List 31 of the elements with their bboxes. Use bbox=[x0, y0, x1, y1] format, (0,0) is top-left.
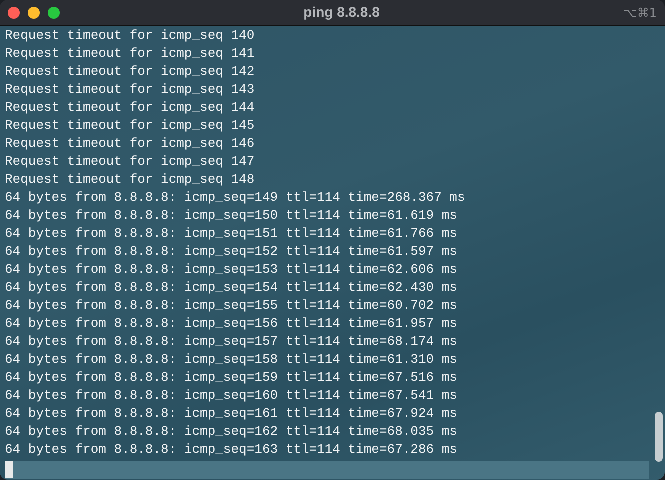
output-line: Request timeout for icmp_seq 141 bbox=[5, 46, 255, 61]
output-line: Request timeout for icmp_seq 142 bbox=[5, 64, 255, 79]
maximize-icon[interactable] bbox=[48, 6, 60, 18]
output-line: 64 bytes from 8.8.8.8: icmp_seq=159 ttl=114 time=67.516 ms bbox=[5, 370, 458, 385]
cursor-icon bbox=[5, 461, 13, 478]
output-line: 64 bytes from 8.8.8.8: icmp_seq=149 ttl=114 time=268.367 ms bbox=[5, 190, 466, 205]
output-line: 64 bytes from 8.8.8.8: icmp_seq=153 ttl=114 time=62.606 ms bbox=[5, 262, 458, 277]
output-line: 64 bytes from 8.8.8.8: icmp_seq=160 ttl=114 time=67.541 ms bbox=[5, 388, 458, 403]
output-line: 64 bytes from 8.8.8.8: icmp_seq=155 ttl=114 time=60.702 ms bbox=[5, 298, 458, 313]
output-line: Request timeout for icmp_seq 145 bbox=[5, 118, 255, 133]
output-line: Request timeout for icmp_seq 147 bbox=[5, 154, 255, 169]
shortcut-label: ⌥⌘1 bbox=[624, 4, 657, 22]
output-line: 64 bytes from 8.8.8.8: icmp_seq=151 ttl=114 time=61.766 ms bbox=[5, 226, 458, 241]
window-title: ping 8.8.8.8 bbox=[304, 4, 380, 20]
output-line: Request timeout for icmp_seq 140 bbox=[5, 28, 255, 43]
output-line: 64 bytes from 8.8.8.8: icmp_seq=163 ttl=114 time=67.286 ms bbox=[5, 442, 458, 457]
output-line: Request timeout for icmp_seq 146 bbox=[5, 136, 255, 151]
output-line: Request timeout for icmp_seq 148 bbox=[5, 172, 255, 187]
output-line: 64 bytes from 8.8.8.8: icmp_seq=157 ttl=114 time=68.174 ms bbox=[5, 334, 458, 349]
output-line: 64 bytes from 8.8.8.8: icmp_seq=158 ttl=114 time=61.310 ms bbox=[5, 352, 458, 367]
output-line: 64 bytes from 8.8.8.8: icmp_seq=152 ttl=114 time=61.597 ms bbox=[5, 244, 458, 259]
output-line: 64 bytes from 8.8.8.8: icmp_seq=150 ttl=114 time=61.619 ms bbox=[5, 208, 458, 223]
output-line: Request timeout for icmp_seq 143 bbox=[5, 82, 255, 97]
minimize-icon[interactable] bbox=[28, 6, 40, 18]
output-line: 64 bytes from 8.8.8.8: icmp_seq=161 ttl=114 time=67.924 ms bbox=[5, 406, 458, 421]
output-line: Request timeout for icmp_seq 144 bbox=[5, 100, 255, 115]
close-icon[interactable] bbox=[8, 6, 20, 18]
output-line: 64 bytes from 8.8.8.8: icmp_seq=156 ttl=114 time=61.957 ms bbox=[5, 316, 458, 331]
output-line: 64 bytes from 8.8.8.8: icmp_seq=154 ttl=114 time=62.430 ms bbox=[5, 280, 458, 295]
output-line: 64 bytes from 8.8.8.8: icmp_seq=162 ttl=114 time=68.035 ms bbox=[5, 424, 458, 439]
scrollbar-thumb[interactable] bbox=[655, 412, 663, 462]
